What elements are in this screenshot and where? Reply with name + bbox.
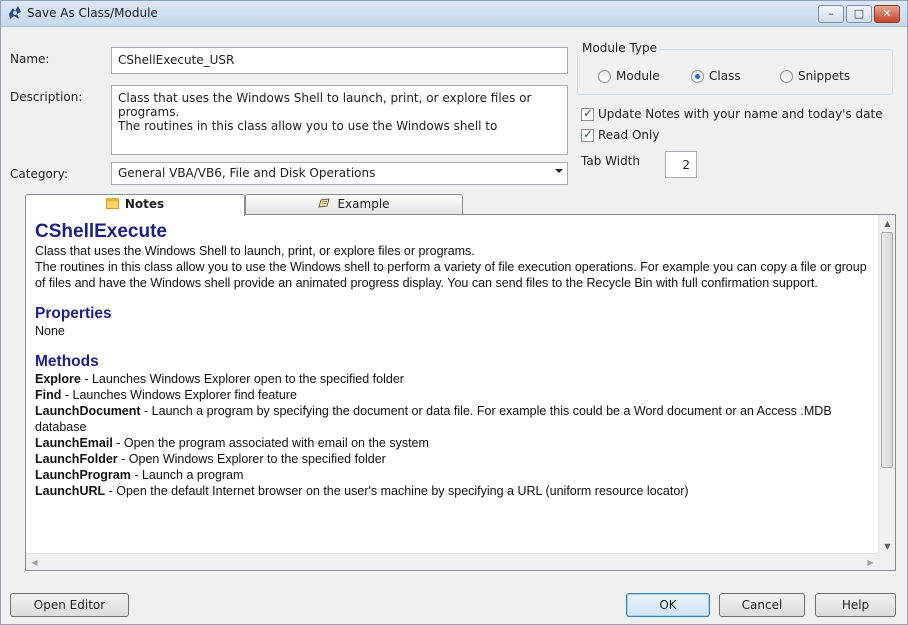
- tab-example[interactable]: Example: [245, 194, 463, 215]
- method-item: LaunchURL - Open the default Internet br…: [35, 483, 875, 499]
- chevron-down-icon: [555, 169, 563, 173]
- method-name: LaunchDocument: [35, 404, 141, 418]
- close-icon: ✕: [882, 7, 892, 20]
- radio-module[interactable]: Module: [598, 69, 660, 83]
- method-desc: - Launches Windows Explorer find feature: [61, 388, 297, 402]
- method-item: LaunchFolder - Open Windows Explorer to …: [35, 451, 875, 467]
- method-name: Explore: [35, 372, 81, 386]
- radio-snippets-label: Snippets: [798, 69, 851, 83]
- minimize-button[interactable]: –: [818, 5, 844, 23]
- read-only-checkbox[interactable]: Read Only: [581, 127, 660, 142]
- ok-button[interactable]: OK: [626, 593, 710, 617]
- checkbox-checked-icon: [581, 127, 594, 142]
- category-value: General VBA/VB6, File and Disk Operation…: [118, 166, 376, 180]
- name-label: Name:: [10, 52, 50, 66]
- horizontal-scrollbar[interactable]: ◀ ▶: [26, 553, 879, 570]
- checkbox-checked-icon: [581, 106, 594, 121]
- method-name: LaunchProgram: [35, 468, 131, 482]
- app-icon: [9, 6, 21, 19]
- read-only-label: Read Only: [598, 128, 660, 142]
- method-desc: - Open Windows Explorer to the specified…: [117, 452, 386, 466]
- radio-selected-icon: [691, 69, 704, 83]
- minimize-icon: –: [828, 7, 834, 20]
- module-type-legend: Module Type: [579, 41, 661, 55]
- vertical-scrollbar[interactable]: ▲ ▼: [878, 215, 895, 555]
- window-title: Save As Class/Module: [27, 6, 158, 20]
- name-field[interactable]: CShellExecute_USR: [111, 47, 568, 74]
- tab-notes[interactable]: Notes: [25, 194, 245, 216]
- method-item: LaunchProgram - Launch a program: [35, 467, 875, 483]
- radio-class-label: Class: [709, 69, 741, 83]
- help-button[interactable]: Help: [815, 593, 896, 617]
- category-label: Category:: [10, 167, 68, 181]
- open-editor-button[interactable]: Open Editor: [10, 593, 129, 617]
- method-name: LaunchFolder: [35, 452, 118, 466]
- methods-heading: Methods: [35, 353, 99, 370]
- tab-width-label: Tab Width: [581, 154, 640, 168]
- example-icon: [318, 198, 331, 208]
- maximize-button[interactable]: □: [846, 5, 872, 23]
- notes-icon: [105, 198, 119, 209]
- update-notes-label: Update Notes with your name and today's …: [598, 107, 883, 121]
- radio-class[interactable]: Class: [691, 69, 741, 83]
- description-label: Description:: [10, 90, 83, 104]
- notes-intro-1: Class that uses the Windows Shell to lau…: [35, 244, 475, 258]
- description-field[interactable]: Class that uses the Windows Shell to lau…: [111, 85, 568, 155]
- method-desc: - Launches Windows Explorer open to the …: [80, 372, 404, 386]
- radio-module-label: Module: [616, 69, 660, 83]
- save-as-dialog: Save As Class/Module – □ ✕ Name: CShellE…: [0, 0, 908, 625]
- title-bar[interactable]: Save As Class/Module – □ ✕: [1, 1, 907, 27]
- method-name: LaunchEmail: [35, 436, 113, 450]
- notes-intro-2: The routines in this class allow you to …: [35, 260, 867, 290]
- cancel-button[interactable]: Cancel: [719, 593, 805, 617]
- tab-example-label: Example: [337, 197, 390, 211]
- method-item: LaunchDocument - Launch a program by spe…: [35, 403, 875, 435]
- vertical-scroll-thumb[interactable]: [881, 232, 893, 468]
- method-item: LaunchEmail - Open the program associate…: [35, 435, 875, 451]
- radio-icon: [598, 69, 611, 83]
- method-desc: - Open the default Internet browser on t…: [105, 484, 689, 498]
- properties-heading: Properties: [35, 305, 112, 322]
- tab-width-field[interactable]: 2: [665, 151, 697, 178]
- notes-panel[interactable]: CShellExecute Class that uses the Window…: [25, 214, 896, 571]
- tab-notes-label: Notes: [124, 197, 165, 211]
- scroll-left-icon[interactable]: ◀: [26, 554, 43, 570]
- radio-snippets[interactable]: Snippets: [780, 69, 850, 83]
- method-desc: - Launch a program by specifying the doc…: [35, 404, 832, 434]
- method-name: LaunchURL: [35, 484, 106, 498]
- scroll-up-icon[interactable]: ▲: [879, 215, 895, 232]
- method-desc: - Open the program associated with email…: [112, 436, 429, 450]
- close-button[interactable]: ✕: [874, 5, 900, 23]
- method-name: Find: [35, 388, 62, 402]
- method-item: Find - Launches Windows Explorer find fe…: [35, 387, 875, 403]
- scroll-right-icon[interactable]: ▶: [862, 554, 879, 570]
- category-select[interactable]: General VBA/VB6, File and Disk Operation…: [111, 162, 568, 185]
- properties-value: None: [35, 324, 65, 338]
- method-desc: - Launch a program: [130, 468, 244, 482]
- maximize-icon: □: [853, 7, 865, 20]
- notes-heading: CShellExecute: [35, 221, 167, 242]
- radio-icon: [780, 69, 793, 83]
- method-item: Explore - Launches Windows Explorer open…: [35, 371, 875, 387]
- update-notes-checkbox[interactable]: Update Notes with your name and today's …: [581, 106, 883, 121]
- notes-content: CShellExecute Class that uses the Window…: [35, 221, 875, 499]
- scrollbar-corner: [878, 553, 895, 570]
